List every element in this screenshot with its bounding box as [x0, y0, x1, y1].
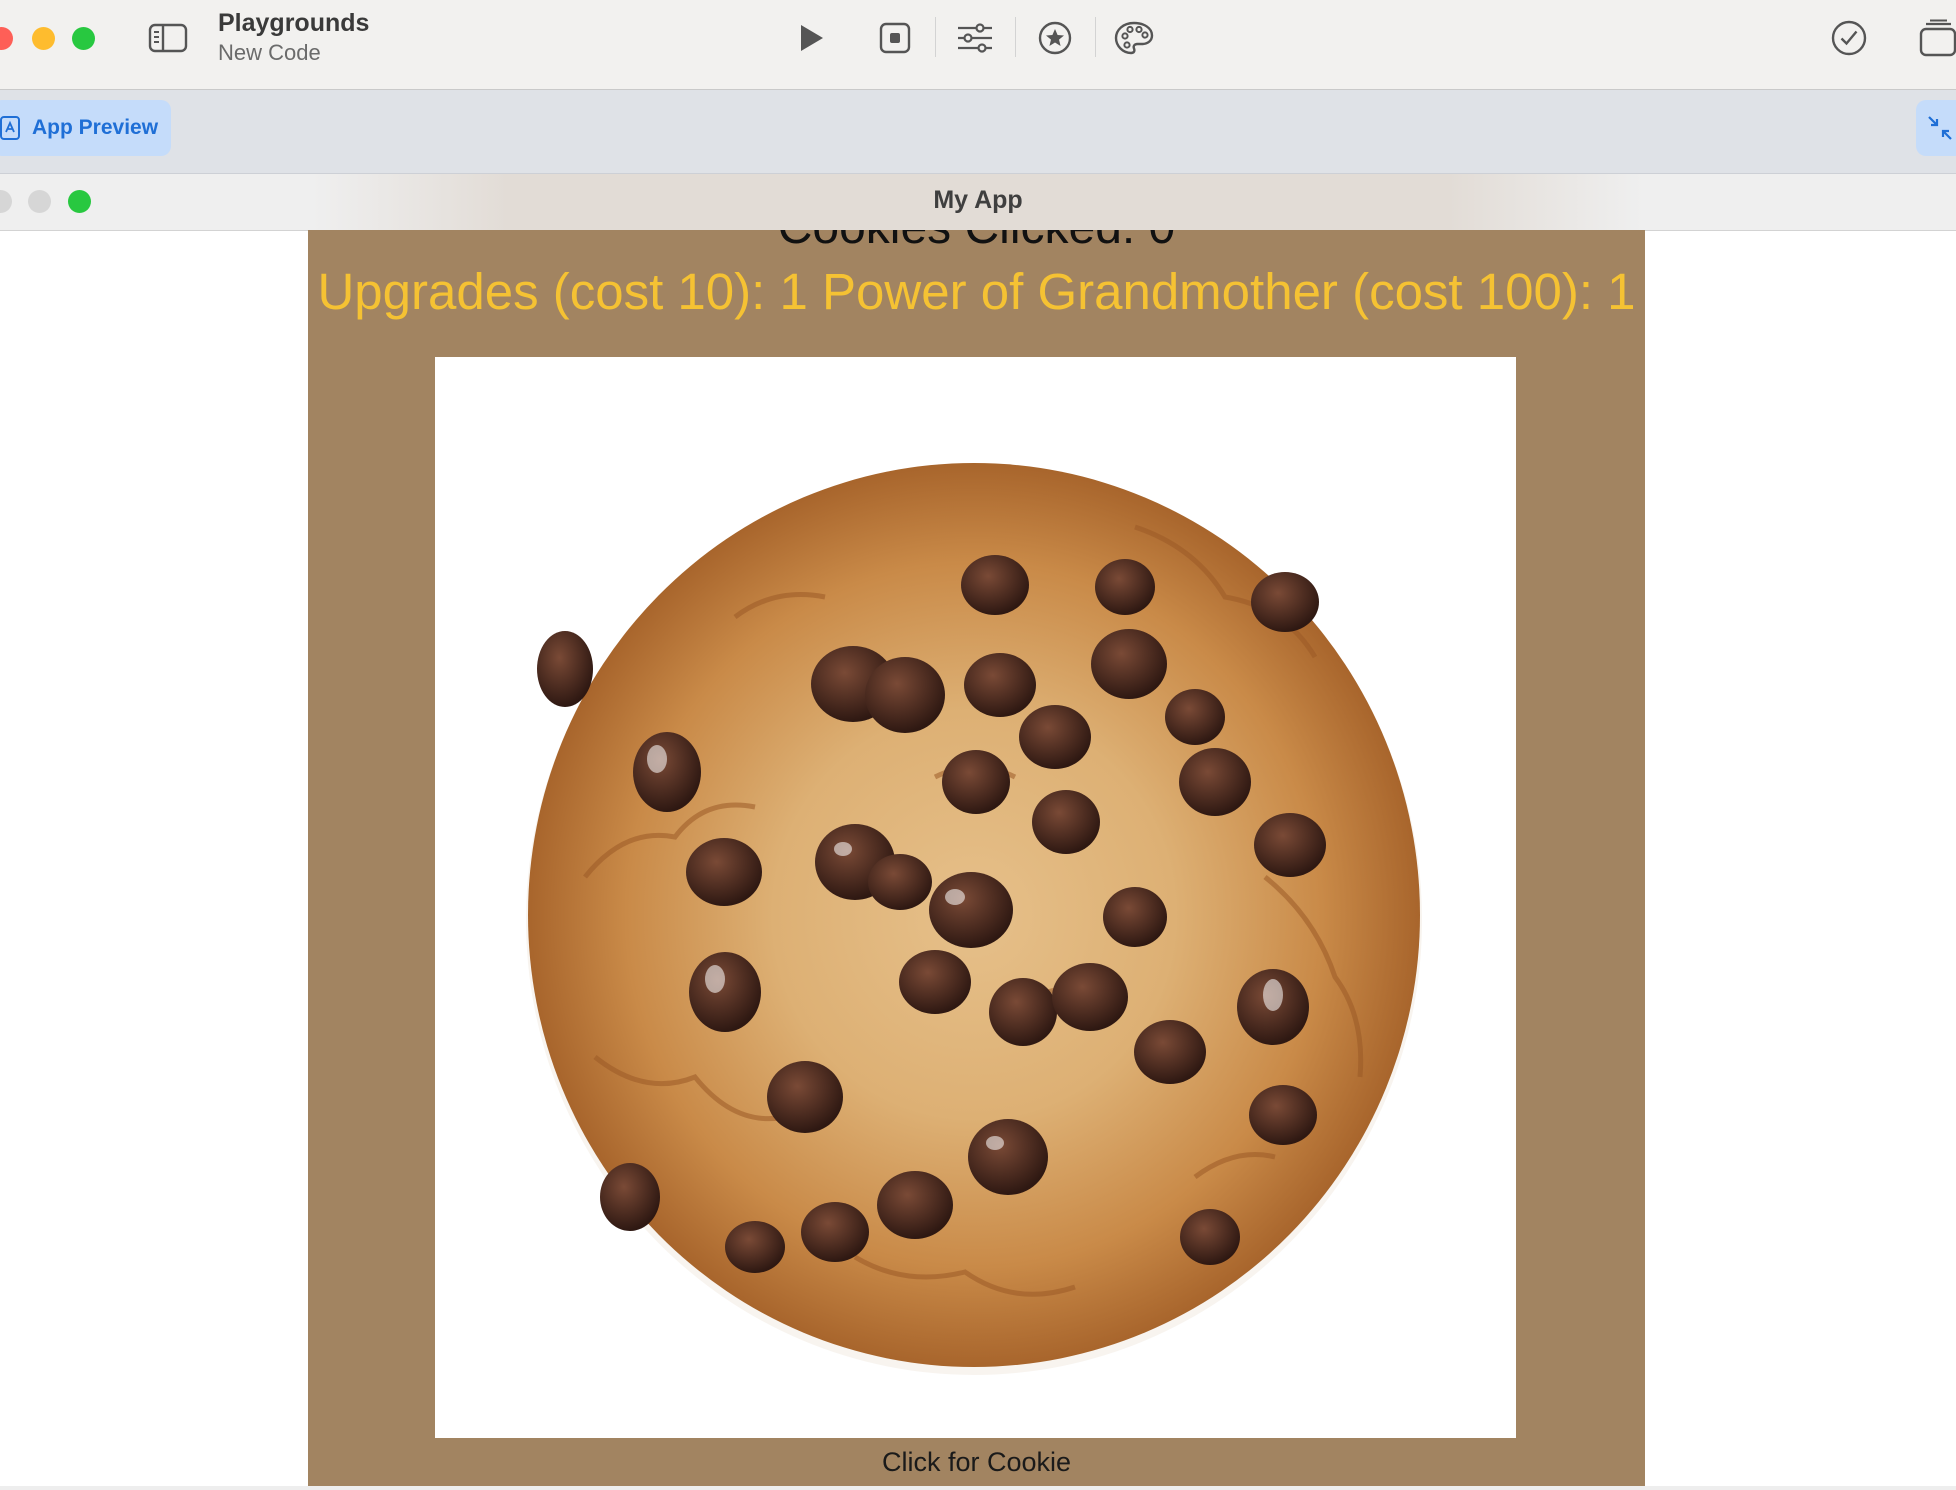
zoom-window-button[interactable] — [72, 27, 95, 50]
project-subtitle: New Code — [218, 40, 321, 65]
app-preview-tab[interactable]: App Preview — [0, 100, 171, 156]
cookie-button[interactable] — [435, 357, 1516, 1438]
palette-icon[interactable] — [1109, 16, 1159, 60]
sliders-icon[interactable] — [950, 16, 1000, 60]
collapse-preview-button[interactable] — [1916, 100, 1956, 156]
chocolate-chip-cookie — [526, 463, 1422, 1375]
collapse-arrows-icon — [1926, 114, 1954, 142]
windows-stack-icon[interactable] — [1912, 16, 1956, 60]
star-circle-icon[interactable] — [1030, 16, 1080, 60]
close-window-button[interactable] — [0, 27, 13, 50]
upgrades-label[interactable]: Upgrades (cost 10): 1 Power of Grandmoth… — [308, 262, 1645, 322]
stop-icon[interactable] — [870, 16, 920, 60]
project-title: Playgrounds — [218, 9, 370, 37]
toolbar-divider — [1015, 17, 1016, 57]
toolbar-divider — [1095, 17, 1096, 57]
play-icon[interactable] — [786, 16, 836, 60]
sidebar-toggle-icon[interactable] — [143, 16, 193, 60]
bottom-edge — [0, 1486, 1956, 1490]
app-window-title: My App — [933, 186, 1023, 214]
cookies-clicked-counter: Cookies Clicked: 0 — [308, 230, 1645, 256]
cookie-game-panel: Cookies Clicked: 0 Upgrades (cost 10): 1… — [308, 230, 1645, 1490]
cookie-button-caption[interactable]: Click for Cookie — [308, 1447, 1645, 1478]
minimize-window-button[interactable] — [32, 27, 55, 50]
preview-tab-bar: App Preview — [0, 90, 1956, 174]
app-preview-tab-label: App Preview — [32, 116, 159, 139]
main-toolbar: Playgrounds New Code — [0, 0, 1956, 90]
toolbar-divider — [935, 17, 936, 57]
app-window-titlebar: My App — [0, 174, 1956, 231]
app-store-icon — [0, 116, 22, 140]
checkmark-circle-icon[interactable] — [1824, 16, 1874, 60]
